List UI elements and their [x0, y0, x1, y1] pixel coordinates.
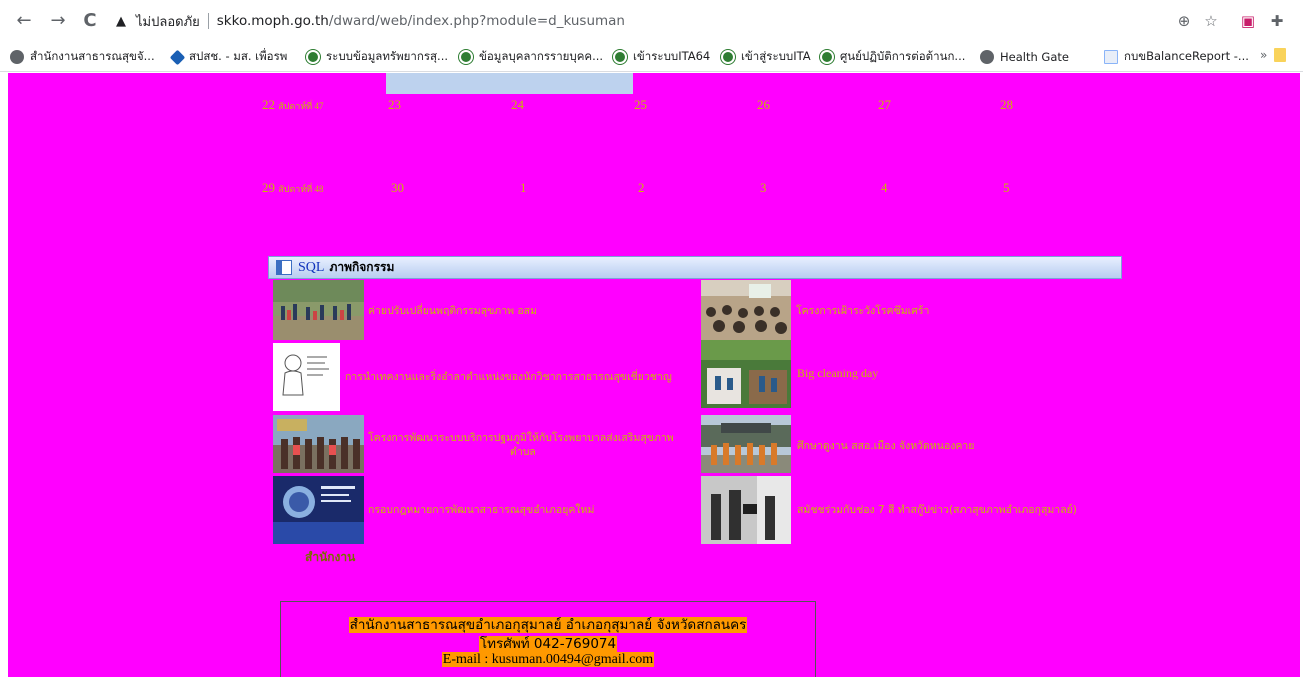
bookmark-label: ระบบข้อมูลทรัพยากรสุ...: [326, 49, 449, 63]
footer-email: E-mail : kusuman.00494@gmail.com: [281, 652, 815, 668]
bookmark-label: เข้าระบบITA64: [633, 49, 711, 63]
warning-icon[interactable]: ▲: [112, 14, 130, 29]
bookmark-item[interactable]: เข้าระบบITA64: [613, 49, 710, 65]
address-bar[interactable]: ▲ ไม่ปลอดภัย skko.moph.go.th/dward/web/i…: [112, 10, 1222, 32]
calendar-day[interactable]: 3: [760, 180, 767, 196]
activity-thumbnail[interactable]: [701, 476, 791, 544]
activity-link[interactable]: โครงการเฝ้าระวังโรคซึมเศร้า: [796, 304, 929, 318]
moph-icon: [613, 50, 627, 64]
office-label: สำนักงาน: [305, 550, 356, 564]
nhso-icon: [169, 49, 186, 65]
week-label: สัปดาห์ที่ 48: [278, 184, 324, 194]
activity-thumbnail[interactable]: [701, 415, 791, 473]
puzzle-icon[interactable]: ✚: [1266, 10, 1288, 32]
activity-link[interactable]: ศึกษาดูงาน สสอ.เมือง จังหวัดหนองคาย: [797, 439, 974, 453]
activity-thumbnail[interactable]: [701, 280, 791, 340]
bookmark-item[interactable]: กบขBalanceReport -...: [1104, 49, 1249, 65]
reload-button[interactable]: C: [80, 11, 100, 31]
bookmark-item[interactable]: Health Gate: [980, 49, 1069, 65]
calendar-day[interactable]: 25: [634, 97, 647, 113]
footer-phone: โทรศัพท์ 042-769074: [281, 632, 815, 654]
activity-link-continuation[interactable]: ตำบล: [510, 445, 536, 459]
moph-icon: [306, 50, 320, 64]
calendar-day[interactable]: 27: [878, 97, 891, 113]
bookmark-label: สำนักงานสาธารณสุขจั...: [30, 49, 155, 63]
footer-contact-box: สำนักงานสาธารณสุขอำเภอกุสุมาลย์ อำเภอกุส…: [280, 601, 816, 677]
window-icon: [276, 260, 292, 275]
activity-link[interactable]: โครงการพัฒนาระบบบริการปฐมภูมิให้กับโรงพย…: [368, 431, 674, 445]
footer-phone-text: โทรศัพท์ 042-769074: [478, 636, 618, 652]
moph-icon: [721, 50, 735, 64]
calendar-day[interactable]: 29 สัปดาห์ที่ 48: [262, 180, 323, 196]
bookmark-item[interactable]: ศูนย์ปฏิบัติการต่อต้านก...: [820, 49, 965, 65]
week-label: สัปดาห์ที่ 47: [278, 101, 324, 111]
calendar-day[interactable]: 5: [1003, 180, 1010, 196]
globe-icon: [10, 50, 24, 64]
bookmark-label: สปสช. - มส. เพื่อรพ: [189, 49, 288, 63]
calendar-day[interactable]: 22 สัปดาห์ที่ 47: [262, 97, 323, 113]
url-divider: [207, 13, 209, 29]
bookmark-item[interactable]: ข้อมูลบุคลากรรายบุคค...: [459, 49, 603, 65]
security-label[interactable]: ไม่ปลอดภัย: [136, 11, 200, 32]
footer-email-text[interactable]: E-mail : kusuman.00494@gmail.com: [441, 652, 655, 667]
activity-thumbnail[interactable]: [701, 340, 791, 408]
globe-icon: [980, 50, 994, 64]
activity-thumbnail[interactable]: [273, 280, 364, 340]
calendar-day[interactable]: 2: [638, 180, 645, 196]
calendar-day[interactable]: 26: [757, 97, 770, 113]
extension-badge-icon[interactable]: ▣: [1237, 10, 1259, 32]
activity-thumbnail[interactable]: [273, 415, 364, 473]
calendar-day[interactable]: 28: [1000, 97, 1013, 113]
bookmark-label: เข้าสู่ระบบITA: [741, 49, 811, 63]
bookmark-label: Health Gate: [1000, 50, 1069, 64]
calendar-highlight: [386, 73, 633, 94]
bookmark-item[interactable]: เข้าสู่ระบบITA: [721, 49, 811, 65]
url-host: skko.moph.go.th: [216, 13, 329, 29]
calendar-day[interactable]: 30: [391, 180, 404, 196]
zoom-icon[interactable]: ⊕: [1173, 10, 1195, 32]
activity-link[interactable]: Big cleaning day: [797, 366, 878, 380]
bookmark-label: ข้อมูลบุคลากรรายบุคค...: [479, 49, 604, 63]
activity-link[interactable]: กรอบกฎหมายการพัฒนาสาธารณสุขอำเภอยุคใหม่: [368, 503, 594, 517]
moph-icon: [820, 50, 834, 64]
forward-button[interactable]: →: [48, 11, 68, 31]
activity-link[interactable]: สมัชชร่วมกับช่อง 7 สี ทำสกู๊ปข่าว(สภาสุข…: [797, 503, 1077, 517]
panel-sql-label[interactable]: SQL: [298, 260, 324, 276]
calendar-day[interactable]: 23: [388, 97, 401, 113]
moph-icon: [459, 50, 473, 64]
calendar-day[interactable]: 24: [511, 97, 524, 113]
bookmark-item[interactable]: สำนักงานสาธารณสุขจั...: [10, 49, 155, 65]
activity-link[interactable]: ค่ายปรับเปลี่ยนพฤติกรรมสุขภาพ อสม: [368, 304, 537, 318]
footer-office-text: สำนักงานสาธารณสุขอำเภอกุสุมาลย์ อำเภอกุส…: [348, 617, 748, 633]
bookmark-label: กบขBalanceReport -...: [1124, 49, 1249, 63]
bookmark-folder-icon[interactable]: [1274, 48, 1286, 62]
bookmark-label: ศูนย์ปฏิบัติการต่อต้านก...: [840, 49, 966, 63]
bookmark-item[interactable]: สปสช. - มส. เพื่อรพ: [169, 49, 288, 65]
bookmarks-bar: สำนักงานสาธารณสุขจั... สปสช. - มส. เพื่อ…: [0, 42, 1303, 72]
day-number: 22: [262, 97, 275, 112]
activity-panel-header: SQL ภาพกิจกรรม: [268, 256, 1122, 279]
web-page: 22 สัปดาห์ที่ 47 23 24 25 26 27 28 29 สั…: [8, 73, 1300, 677]
url-path: /dward/web/index.php?module=d_kusuman: [328, 13, 625, 29]
calendar-day[interactable]: 1: [520, 180, 527, 196]
doc-icon: [1104, 50, 1118, 64]
activity-link[interactable]: การนำเทคงานและริ่งอำลาตำแหน่งของนักวิชาก…: [345, 370, 672, 384]
calendar-day[interactable]: 4: [881, 180, 888, 196]
browser-toolbar: ← → C ▲ ไม่ปลอดภัย skko.moph.go.th/dward…: [0, 0, 1303, 42]
bookmark-item[interactable]: ระบบข้อมูลทรัพยากรสุ...: [306, 49, 448, 65]
panel-title: ภาพกิจกรรม: [329, 260, 395, 274]
activity-thumbnail[interactable]: [273, 476, 364, 544]
back-button[interactable]: ←: [14, 11, 34, 31]
star-icon[interactable]: ☆: [1200, 10, 1222, 32]
day-number: 29: [262, 180, 275, 195]
bookmarks-more-button[interactable]: »: [1260, 48, 1267, 62]
url-text[interactable]: skko.moph.go.th/dward/web/index.php?modu…: [217, 13, 625, 29]
activity-thumbnail[interactable]: [273, 343, 340, 411]
